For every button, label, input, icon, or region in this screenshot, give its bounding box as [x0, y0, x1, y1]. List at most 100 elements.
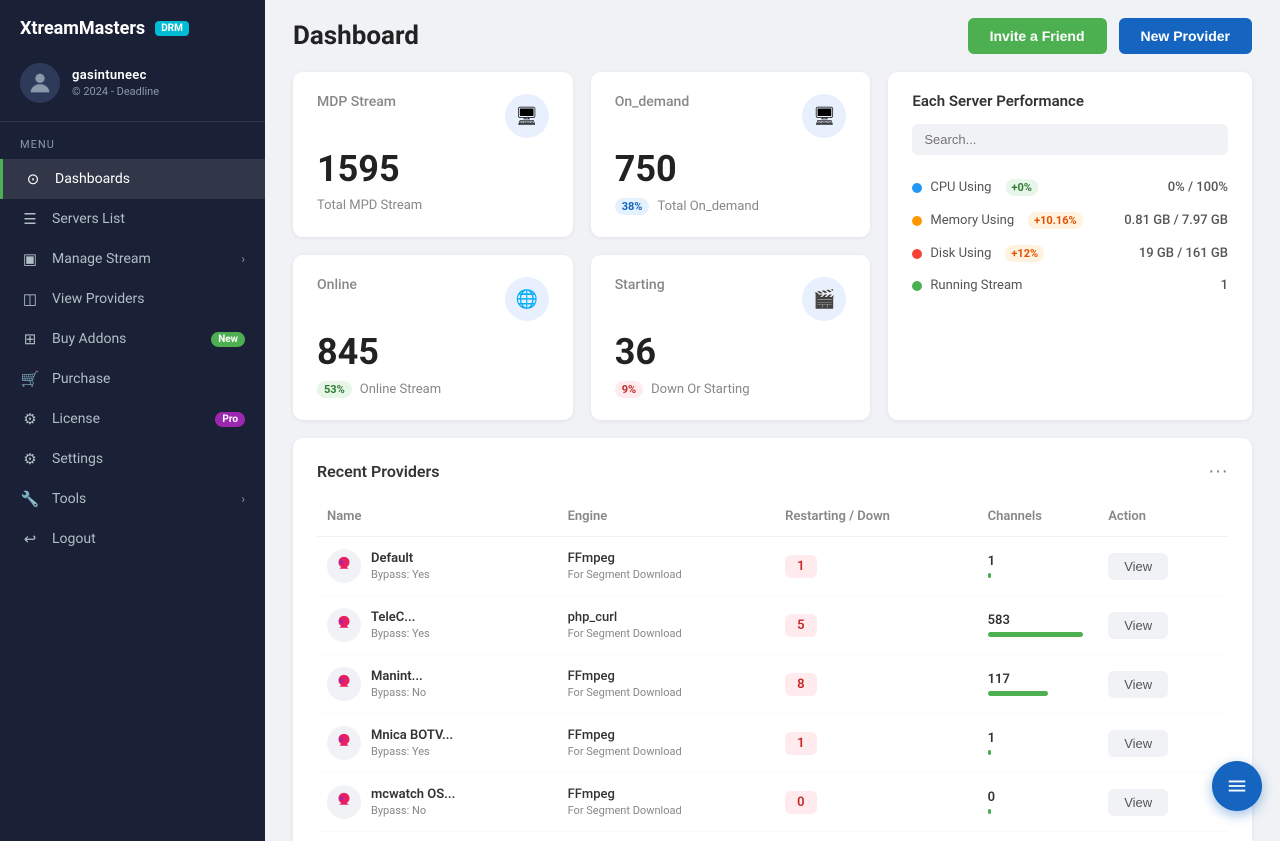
- disk-value: 19 GB / 161 GB: [1139, 246, 1228, 261]
- sidebar-item-label: Buy Addons: [52, 331, 199, 347]
- card-value-online: 845: [317, 331, 549, 373]
- providers-title: Recent Providers: [317, 462, 440, 481]
- restart-badge: 5: [785, 614, 816, 637]
- restart-badge: 0: [785, 791, 816, 814]
- provider-logo: [327, 608, 361, 642]
- sidebar-item-view-providers[interactable]: ◫ View Providers: [0, 279, 265, 319]
- sidebar-item-license[interactable]: ⚙ License Pro: [0, 399, 265, 439]
- sidebar-item-purchase[interactable]: 🛒 Purchase: [0, 359, 265, 399]
- card-mdp-stream: MDP Stream 🖥 1595 Total MPD Stream: [293, 72, 573, 237]
- ondemand-badge: 38%: [615, 198, 650, 215]
- card-label-mdp: MDP Stream: [317, 94, 396, 110]
- purchase-icon: 🛒: [20, 370, 40, 388]
- provider-bypass: Bypass: No: [371, 686, 426, 699]
- fab-button[interactable]: [1212, 761, 1262, 811]
- channels-cell: 1: [988, 554, 1089, 578]
- card-label-online: Online: [317, 277, 357, 293]
- channels-cell: 0: [988, 790, 1089, 814]
- table-row: mcwatch OS... Bypass: No FFmpeg For Segm…: [317, 773, 1228, 832]
- table-row: TeleC... Bypass: Yes php_curl For Segmen…: [317, 596, 1228, 655]
- perf-row-running: Running Stream 1: [912, 270, 1228, 301]
- channels-bar: [988, 750, 991, 755]
- online-badge: 53%: [317, 381, 352, 398]
- disk-dot: [912, 249, 922, 259]
- sidebar-item-label: Dashboards: [55, 171, 245, 187]
- card-footer-starting: Down Or Starting: [651, 382, 749, 397]
- engine-name: FFmpeg: [568, 669, 766, 684]
- engine-name: FFmpeg: [568, 551, 766, 566]
- performance-title: Each Server Performance: [912, 92, 1228, 110]
- disk-label: Disk Using: [930, 246, 991, 261]
- memory-label: Memory Using: [930, 213, 1014, 228]
- invite-friend-button[interactable]: Invite a Friend: [968, 18, 1107, 54]
- provider-name: TeleC...: [371, 610, 430, 625]
- brand: XtreamMasters DRM: [0, 0, 265, 53]
- card-value-mdp: 1595: [317, 148, 549, 190]
- new-provider-button[interactable]: New Provider: [1119, 18, 1252, 54]
- provider-bypass: Bypass: Yes: [371, 745, 453, 758]
- cpu-label: CPU Using: [930, 180, 991, 195]
- sidebar-item-tools[interactable]: 🔧 Tools ›: [0, 479, 265, 519]
- provider-name: Manint...: [371, 669, 426, 684]
- perf-row-disk: Disk Using +12% 19 GB / 161 GB: [912, 237, 1228, 270]
- sidebar-item-settings[interactable]: ⚙ Settings: [0, 439, 265, 479]
- provider-name-cell: Mnica BOTV... Bypass: Yes: [327, 726, 548, 760]
- card-value-starting: 36: [615, 331, 847, 373]
- starting-badge: 9%: [615, 381, 643, 398]
- view-button[interactable]: View: [1108, 612, 1168, 639]
- view-button[interactable]: View: [1108, 730, 1168, 757]
- sidebar-item-buy-addons[interactable]: ⊞ Buy Addons New: [0, 319, 265, 359]
- engine-type: For Segment Download: [568, 627, 766, 640]
- sidebar: XtreamMasters DRM gasintuneec © 2024 - D…: [0, 0, 265, 841]
- sidebar-item-label: Tools: [52, 491, 229, 507]
- sidebar-item-label: Manage Stream: [52, 251, 229, 267]
- sidebar-item-manage-stream[interactable]: ▣ Manage Stream ›: [0, 239, 265, 279]
- table-row: Mnica BOTV... Bypass: Yes FFmpeg For Seg…: [317, 714, 1228, 773]
- col-channels: Channels: [978, 501, 1099, 537]
- user-profile: gasintuneec © 2024 - Deadline: [0, 53, 265, 122]
- drm-badge: DRM: [155, 21, 189, 36]
- provider-logo: [327, 549, 361, 583]
- logout-icon: ↩: [20, 530, 40, 548]
- card-online: Online 🌐 845 53% Online Stream: [293, 255, 573, 420]
- table-row: Default Bypass: Yes FFmpeg For Segment D…: [317, 537, 1228, 596]
- running-dot: [912, 281, 922, 291]
- card-footer-online: Online Stream: [360, 382, 441, 397]
- restart-badge: 1: [785, 555, 816, 578]
- performance-search[interactable]: [912, 124, 1228, 155]
- card-value-ondemand: 750: [615, 148, 847, 190]
- card-on-demand: On_demand 🖥 750 38% Total On_demand: [591, 72, 871, 237]
- sidebar-item-dashboards[interactable]: ⊙ Dashboards: [0, 159, 265, 199]
- restart-badge: 1: [785, 732, 816, 755]
- col-action: Action: [1098, 501, 1228, 537]
- engine-name: php_curl: [568, 610, 766, 625]
- view-button[interactable]: View: [1108, 553, 1168, 580]
- manage-stream-icon: ▣: [20, 250, 40, 268]
- engine-type: For Segment Download: [568, 804, 766, 817]
- engine-name: FFmpeg: [568, 787, 766, 802]
- providers-more-button[interactable]: ···: [1208, 460, 1228, 483]
- memory-change: +10.16%: [1028, 212, 1083, 229]
- chevron-down-icon: ›: [241, 492, 245, 506]
- sidebar-item-servers-list[interactable]: ☰ Servers List: [0, 199, 265, 239]
- card-label-ondemand: On_demand: [615, 94, 690, 110]
- sidebar-item-logout[interactable]: ↩ Logout: [0, 519, 265, 559]
- provider-logo: [327, 785, 361, 819]
- card-footer-mdp: Total MPD Stream: [317, 198, 422, 213]
- provider-name: Default: [371, 551, 430, 566]
- license-icon: ⚙: [20, 410, 40, 428]
- online-icon: 🌐: [505, 277, 549, 321]
- view-button[interactable]: View: [1108, 671, 1168, 698]
- card-starting: Starting 🎬 36 9% Down Or Starting: [591, 255, 871, 420]
- view-button[interactable]: View: [1108, 789, 1168, 816]
- provider-name: Mnica BOTV...: [371, 728, 453, 743]
- table-row: Manint... Bypass: No FFmpeg For Segment …: [317, 655, 1228, 714]
- disk-change: +12%: [1005, 245, 1044, 262]
- providers-table: Name Engine Restarting / Down Channels A…: [317, 501, 1228, 832]
- chevron-down-icon: ›: [241, 252, 245, 266]
- starting-icon: 🎬: [802, 277, 846, 321]
- pro-badge: Pro: [215, 412, 245, 427]
- username: gasintuneec: [72, 68, 159, 83]
- provider-logo: [327, 667, 361, 701]
- memory-dot: [912, 216, 922, 226]
